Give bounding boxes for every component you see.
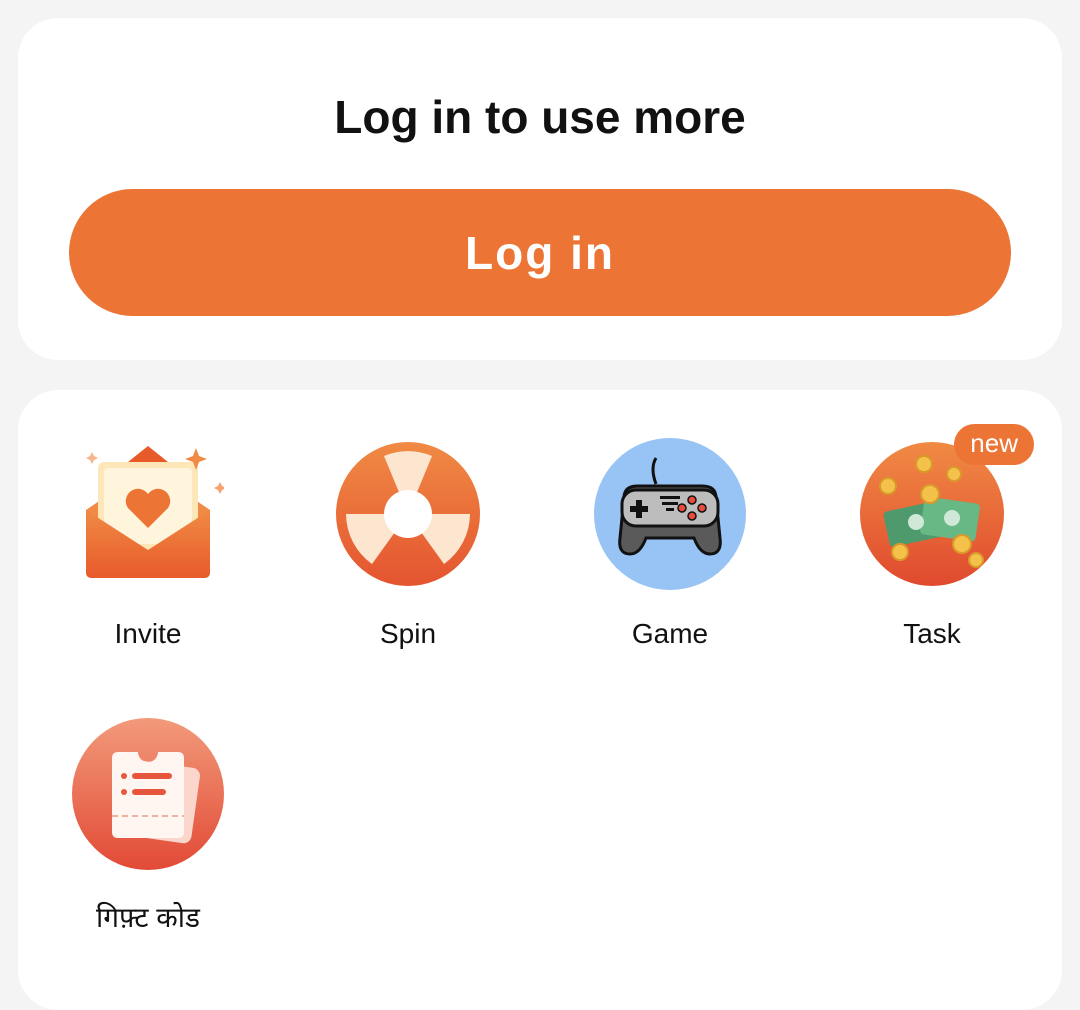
invite-envelope-icon [72, 438, 226, 590]
feature-label: Game [631, 618, 709, 649]
login-title: Log in to use more [334, 91, 746, 143]
feature-label: Task [903, 618, 961, 649]
new-badge: new [954, 424, 1034, 465]
feature-game[interactable]: Game [570, 438, 770, 650]
feature-task[interactable]: new Task [832, 424, 1034, 650]
login-button[interactable]: Log in [69, 189, 1011, 316]
spin-wheel-icon [332, 438, 484, 590]
feature-label: Invite [114, 618, 182, 649]
gift-code-ticket-icon [72, 718, 224, 870]
feature-gift-code[interactable]: गिफ़्ट कोड [48, 718, 248, 936]
login-card: Log in to use more Log in [18, 18, 1062, 360]
money-task-icon: new [856, 424, 1034, 590]
gamepad-icon [594, 438, 746, 590]
feature-spin[interactable]: Spin [308, 438, 508, 650]
feature-label: गिफ़्ट कोड [96, 902, 200, 933]
feature-invite[interactable]: Invite [48, 438, 248, 650]
features-card: Invite Spin Game new Task गिफ़्ट कोड [18, 390, 1062, 1010]
feature-label: Spin [379, 618, 437, 649]
